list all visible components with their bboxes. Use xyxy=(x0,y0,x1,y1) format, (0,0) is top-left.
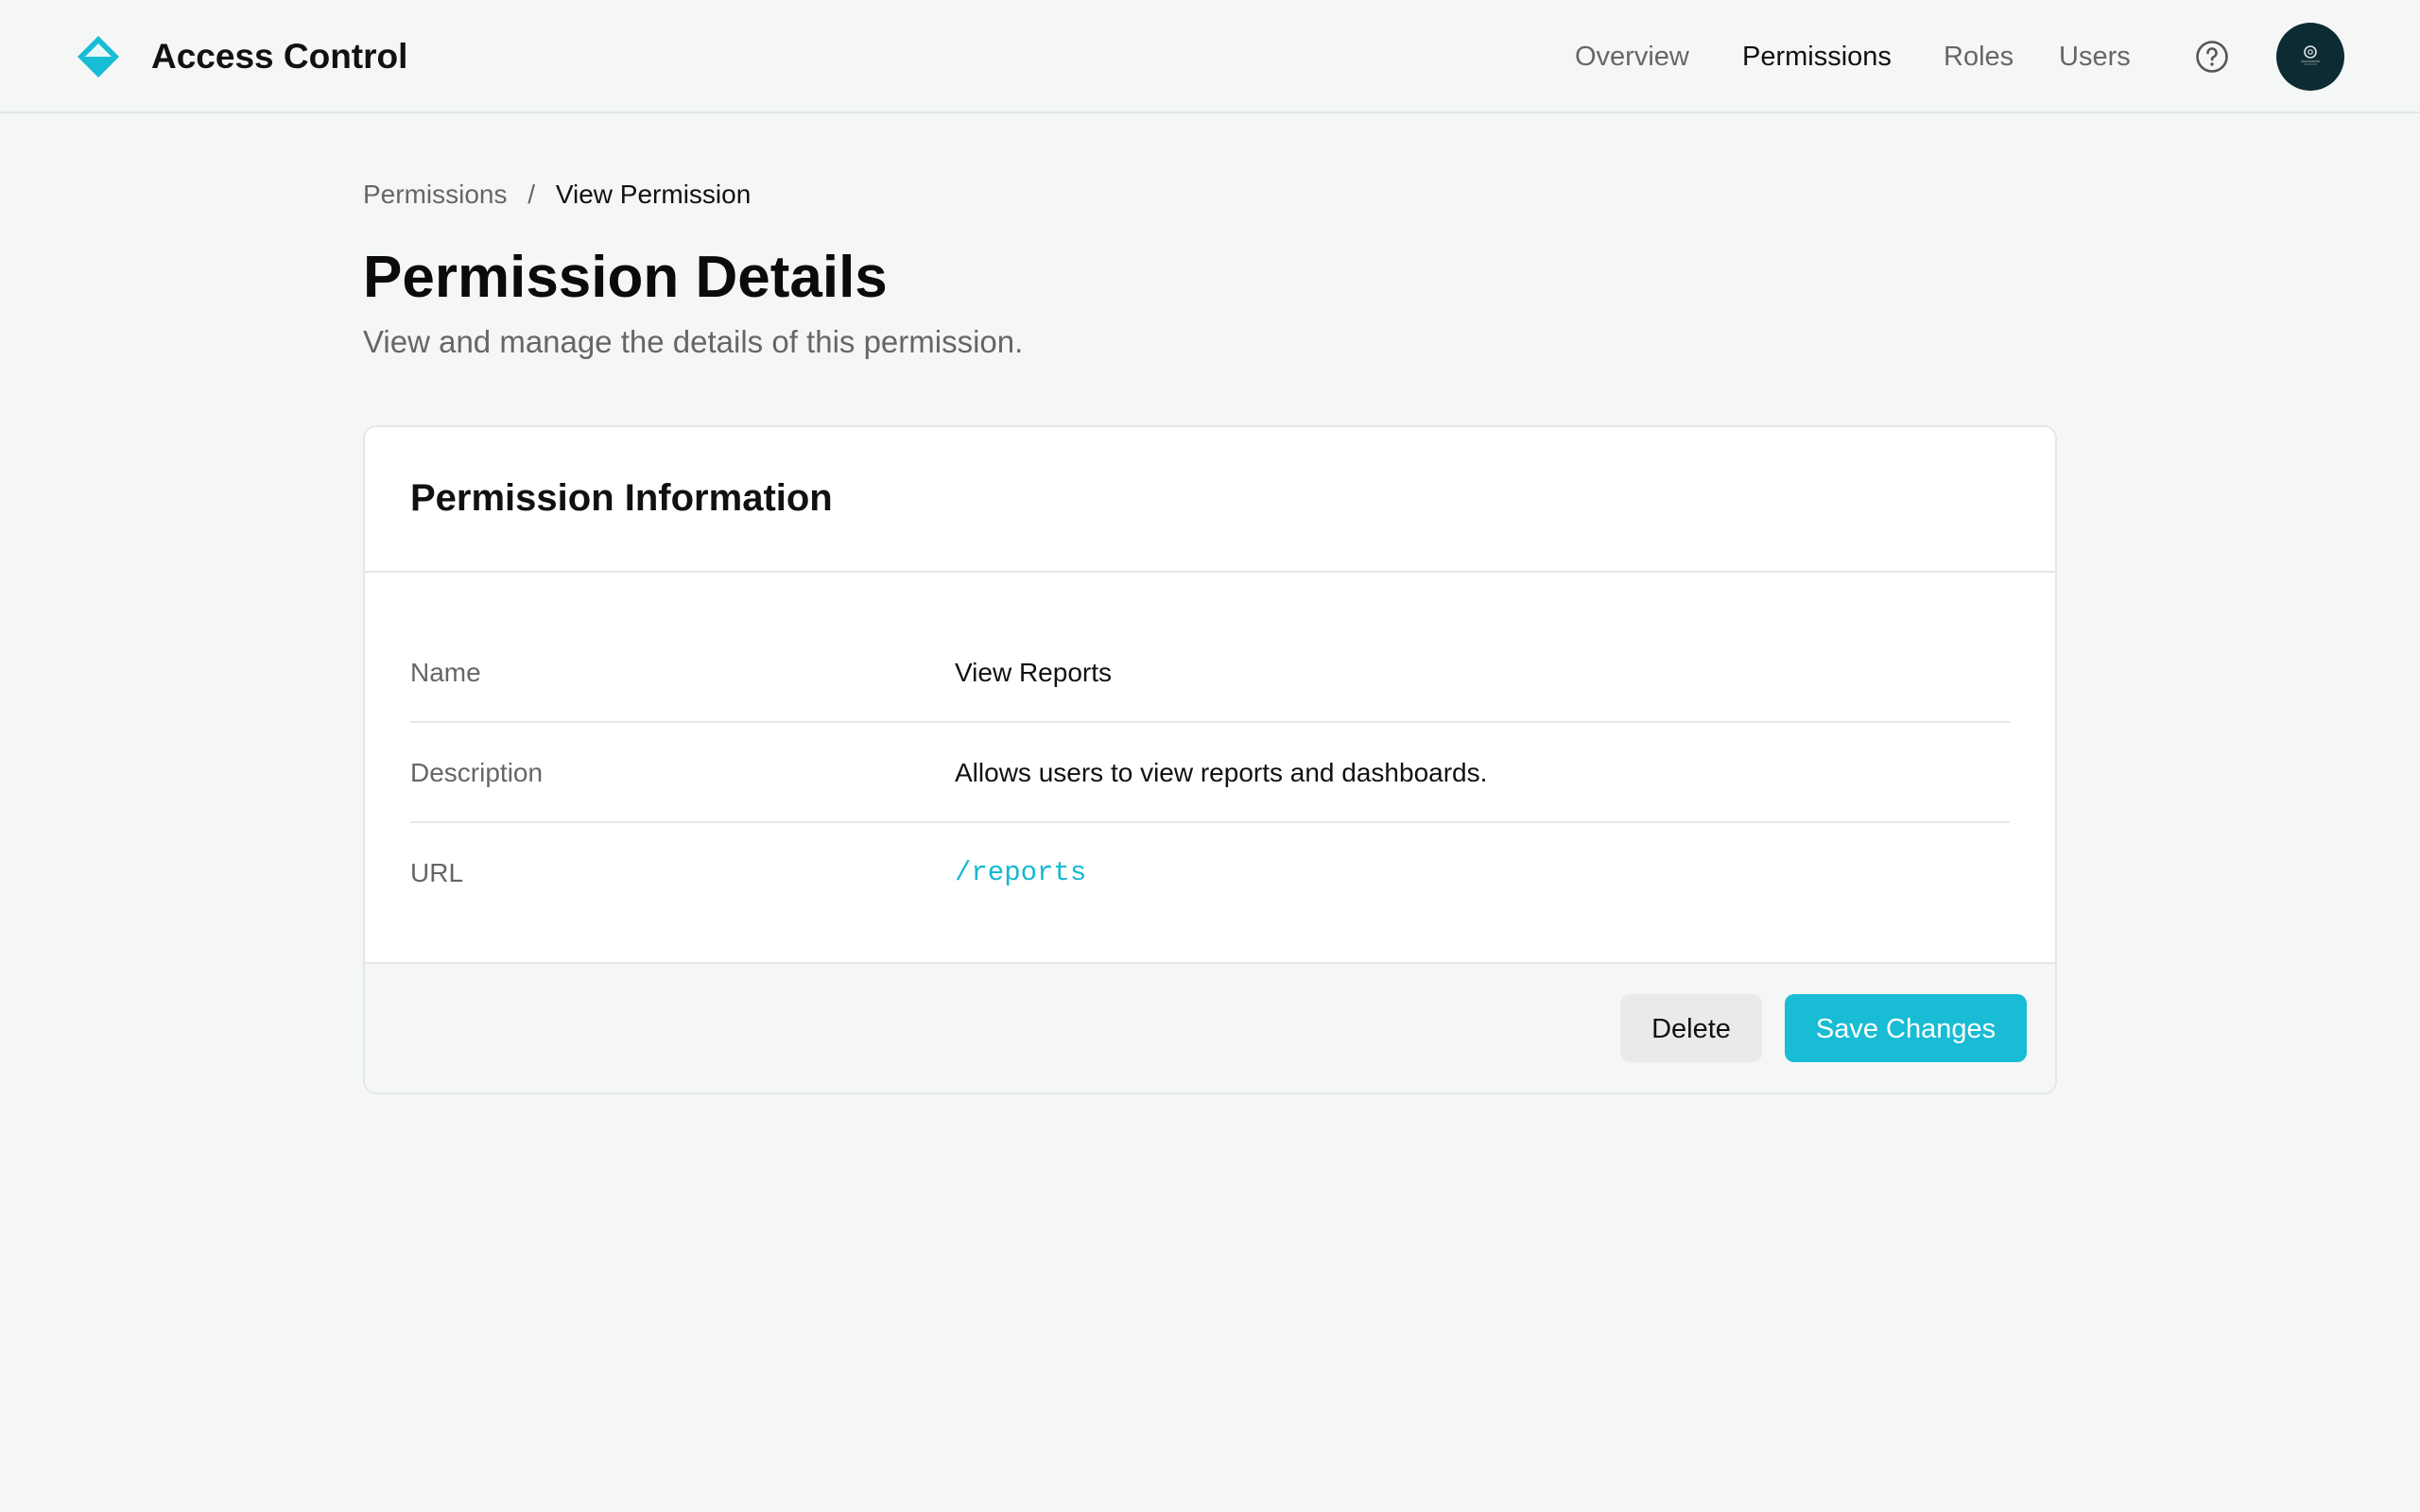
card-footer: Delete Save Changes xyxy=(365,962,2055,1092)
nav-item-permissions[interactable]: Permissions xyxy=(1742,38,1892,76)
field-row-description: Description Allows users to view reports… xyxy=(410,723,2010,823)
permission-info-card: Permission Information Name View Reports… xyxy=(363,425,2057,1094)
top-bar: Access Control Overview Permissions Role… xyxy=(0,0,2420,113)
field-row-name: Name View Reports xyxy=(410,623,2010,723)
user-avatar-icon xyxy=(2301,45,2320,65)
nav-item-users[interactable]: Users xyxy=(2059,38,2131,76)
diamond-logo-icon[interactable] xyxy=(76,34,121,79)
breadcrumb-link-permissions[interactable]: Permissions xyxy=(363,180,507,209)
field-label: Description xyxy=(410,758,544,787)
page-title: Permission Details xyxy=(363,245,888,310)
app-title: Access Control xyxy=(151,37,408,76)
card-header: Permission Information xyxy=(365,427,2055,573)
save-changes-button[interactable]: Save Changes xyxy=(1785,994,2027,1062)
field-value: Allows users to view reports and dashboa… xyxy=(955,758,1488,787)
delete-button[interactable]: Delete xyxy=(1620,994,1762,1062)
field-label: Name xyxy=(410,658,481,687)
breadcrumb-current: View Permission xyxy=(555,180,752,209)
avatar[interactable] xyxy=(2276,23,2344,91)
nav-item-roles[interactable]: Roles xyxy=(1944,38,2014,76)
breadcrumb-separator: / xyxy=(527,180,536,209)
nav-item-overview[interactable]: Overview xyxy=(1575,38,1689,76)
url-link[interactable]: /reports xyxy=(955,823,1086,923)
page-subtitle: View and manage the details of this perm… xyxy=(363,324,1024,359)
field-value: View Reports xyxy=(955,658,1113,687)
breadcrumb: Permissions / View Permission xyxy=(363,178,751,212)
field-row-url: URL /reports xyxy=(410,823,2010,923)
help-circle-icon[interactable] xyxy=(2195,40,2229,74)
card-title: Permission Information xyxy=(410,477,833,519)
field-label: URL xyxy=(410,858,464,887)
